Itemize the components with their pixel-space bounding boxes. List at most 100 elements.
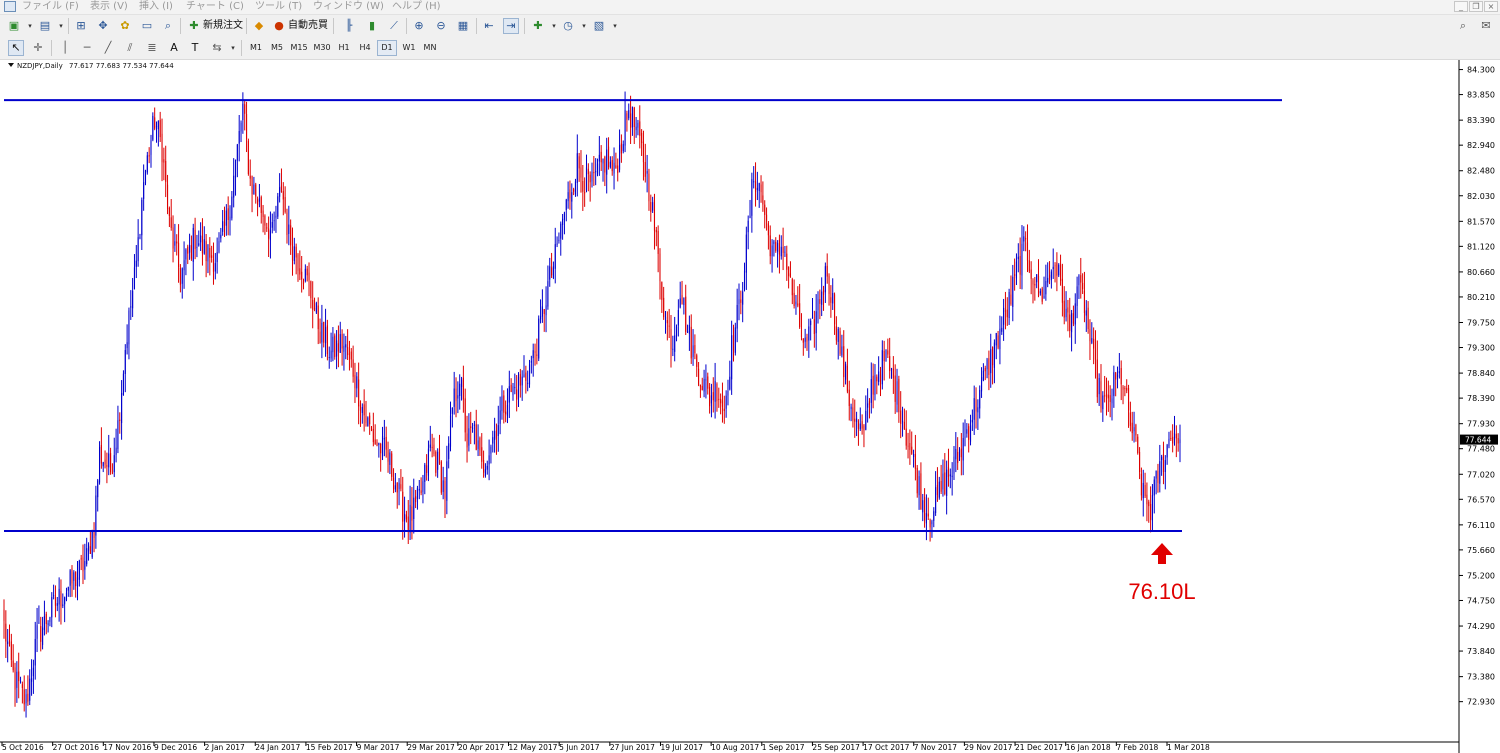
terminal-icon[interactable]: ▭ [139,18,155,34]
candle-body [607,146,610,168]
timeframe-w1[interactable]: W1 [399,40,419,56]
candle-body [1012,276,1014,307]
bar-chart-icon[interactable]: ╟ [341,18,357,34]
date-tick-label: 12 May 2017 [509,743,558,752]
tile-windows-icon[interactable]: ▦ [455,18,471,34]
dropdown-icon[interactable]: ▾ [22,18,38,34]
zoom-in-icon[interactable]: ⊕ [411,18,427,34]
data-window-icon[interactable]: ✿ [117,18,133,34]
ohlc-values: 77.617 77.683 77.534 77.644 [69,62,174,70]
candle-body [60,591,62,607]
arrows-icon[interactable]: ⇆ [209,40,225,56]
meta-editor-icon[interactable]: ◆ [251,18,267,34]
timeframe-d1[interactable]: D1 [377,40,397,56]
candle-body [334,335,336,357]
periods-icon[interactable]: ◷ [560,18,576,34]
vertical-line-icon[interactable]: │ [57,40,73,56]
new-order-icon[interactable]: ✚ [186,18,202,34]
text-icon[interactable]: A [166,40,182,56]
new-order-button[interactable]: 新規注文 [203,18,243,34]
navigator-icon[interactable]: ✥ [95,18,111,34]
market-watch-icon[interactable]: ⊞ [73,18,89,34]
profiles-icon[interactable]: ▤ [37,18,53,34]
candle-body [709,387,711,407]
indicators-icon[interactable]: ✚ [530,18,546,34]
candle-body [1015,261,1018,279]
autoscroll-icon[interactable]: ⇥ [503,18,519,34]
candle-body [330,350,332,359]
restore-icon[interactable]: ❐ [1469,1,1483,12]
auto-trading-icon[interactable]: ● [271,18,287,34]
candle-body [1118,371,1120,374]
candle-body [466,433,468,448]
timeframe-m5[interactable]: M5 [267,40,287,56]
menu-chart[interactable]: チャート (C) [186,0,244,14]
candlestick-chart[interactable]: 84.300 83.850 83.390 82.940 82.480 82.030 81.5… [0,60,1500,753]
collapse-triangle-icon[interactable] [8,63,14,67]
horizontal-line-icon[interactable]: ─ [79,40,95,56]
candle-body [31,678,33,682]
strategy-tester-icon[interactable]: ⌕ [160,18,176,34]
candle-body [73,572,75,581]
timeframe-h4[interactable]: H4 [355,40,375,56]
chart-shift-icon[interactable]: ⇤ [481,18,497,34]
cursor-icon[interactable]: ↖ [8,40,24,56]
fibonacci-icon[interactable]: ≣ [144,40,160,56]
candle-body [720,398,722,404]
minimize-icon[interactable]: _ [1454,1,1468,12]
close-icon[interactable]: × [1484,1,1498,12]
candle-body [56,603,58,606]
dropdown-icon[interactable]: ▾ [607,18,623,34]
menu-help[interactable]: ヘルプ (H) [392,0,441,14]
zoom-out-icon[interactable]: ⊖ [433,18,449,34]
candle-body [541,306,543,317]
candle-body [988,358,990,375]
candle-body [924,497,926,521]
candle-body [936,484,939,496]
timeframe-h1[interactable]: H1 [334,40,354,56]
menu-insert[interactable]: 挿入 (I) [139,0,173,14]
timeframe-m15[interactable]: M15 [288,40,310,56]
candlestick-icon[interactable]: ▮ [364,18,380,34]
timeframe-mn[interactable]: MN [420,40,440,56]
candle-body [868,401,871,405]
candle-body [51,597,53,618]
candle-body [560,223,562,239]
candle-body [642,141,645,163]
candle-body [18,671,20,682]
menu-tools[interactable]: ツール (T) [255,0,302,14]
crosshair-icon[interactable]: ✛ [30,40,46,56]
channel-icon[interactable]: ⫽ [122,40,138,56]
candle-body [106,465,108,467]
candle-body [420,490,422,494]
candle-body [1045,281,1047,295]
candle-body [321,322,323,343]
dropdown-icon[interactable]: ▾ [225,40,241,56]
templates-icon[interactable]: ▧ [591,18,607,34]
candle-body [288,224,290,234]
candle-body [404,514,406,522]
timeframe-m1[interactable]: M1 [246,40,266,56]
dropdown-icon[interactable]: ▾ [53,18,69,34]
auto-trading-button[interactable]: 自動売買 [288,18,328,34]
candle-body [212,259,215,272]
search-icon[interactable]: ⌕ [1455,18,1471,34]
menu-file[interactable]: ファイル (F) [22,0,79,14]
new-chart-icon[interactable]: ▣ [6,18,22,34]
candle-body [650,202,652,212]
candle-body [260,197,262,213]
dropdown-icon[interactable]: ▾ [576,18,592,34]
text-label-icon[interactable]: T [187,40,203,56]
candle-body [137,237,139,262]
trendline-icon[interactable]: ╱ [100,40,116,56]
timeframe-m30[interactable]: M30 [311,40,333,56]
chat-icon[interactable]: ✉ [1478,18,1494,34]
menu-view[interactable]: 表示 (V) [90,0,128,14]
date-tick-label: 19 Jul 2017 [660,743,703,752]
candle-body [416,488,418,500]
candle-body [716,384,718,402]
candle-body [679,298,681,308]
candle-body [301,271,303,280]
line-chart-icon[interactable]: ⟋ [386,18,402,34]
menu-window[interactable]: ウィンドウ (W) [313,0,384,14]
